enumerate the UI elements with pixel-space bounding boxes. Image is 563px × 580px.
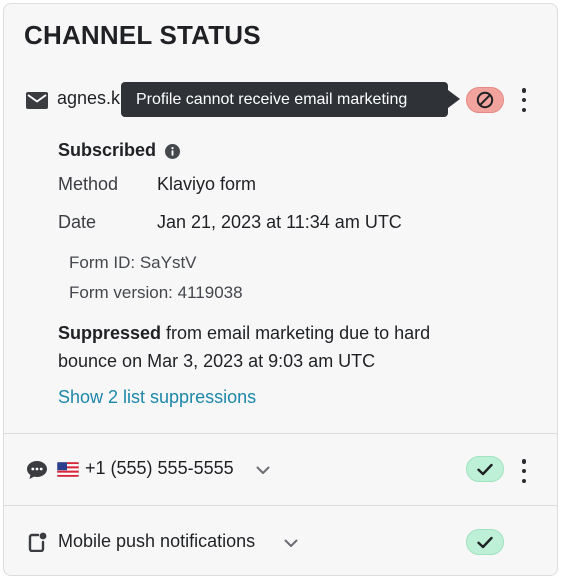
card-title: CHANNEL STATUS	[24, 20, 261, 50]
email-status-tooltip: Profile cannot receive email marketing	[121, 82, 448, 117]
sms-channel-row: +1 (555) 555-5555	[26, 456, 466, 484]
checkmark-icon	[477, 536, 493, 548]
sms-more-options-icon[interactable]	[519, 459, 529, 483]
chevron-down-icon[interactable]	[284, 539, 298, 548]
subscribed-heading: Subscribed	[58, 140, 181, 161]
suppression-notice: Suppressed from email marketing due to h…	[58, 319, 478, 375]
email-more-options-icon[interactable]	[519, 88, 529, 112]
method-label: Method	[58, 174, 119, 194]
push-status-badge[interactable]	[466, 529, 504, 555]
envelope-icon	[26, 92, 48, 109]
show-list-suppressions-link[interactable]: Show 2 list suppressions	[58, 387, 256, 408]
suppressed-label: Suppressed	[58, 323, 162, 343]
chat-bubble-icon	[27, 461, 47, 479]
phone-number: +1 (555) 555-5555	[85, 458, 234, 478]
push-channel-row: Mobile push notifications	[26, 529, 466, 557]
info-icon[interactable]	[165, 143, 181, 159]
chevron-down-icon[interactable]	[256, 466, 270, 475]
email-status-badge[interactable]	[466, 87, 504, 113]
blocked-icon	[476, 91, 494, 109]
us-flag-icon	[57, 462, 79, 477]
form-id: Form ID: SaYstV	[69, 253, 197, 272]
tooltip-arrow	[448, 90, 460, 108]
date-label: Date	[58, 212, 97, 232]
divider	[4, 433, 558, 434]
date-value: Jan 21, 2023 at 11:34 am UTC	[157, 212, 402, 232]
form-version: Form version: 4119038	[69, 283, 243, 302]
email-address: agnes.k	[57, 88, 121, 108]
sms-status-badge[interactable]	[466, 456, 504, 482]
mobile-push-icon	[28, 532, 47, 552]
subscribed-label: Subscribed	[58, 140, 157, 160]
checkmark-icon	[477, 463, 493, 475]
divider	[4, 505, 558, 506]
method-value: Klaviyo form	[157, 174, 257, 194]
push-label: Mobile push notifications	[58, 531, 256, 551]
